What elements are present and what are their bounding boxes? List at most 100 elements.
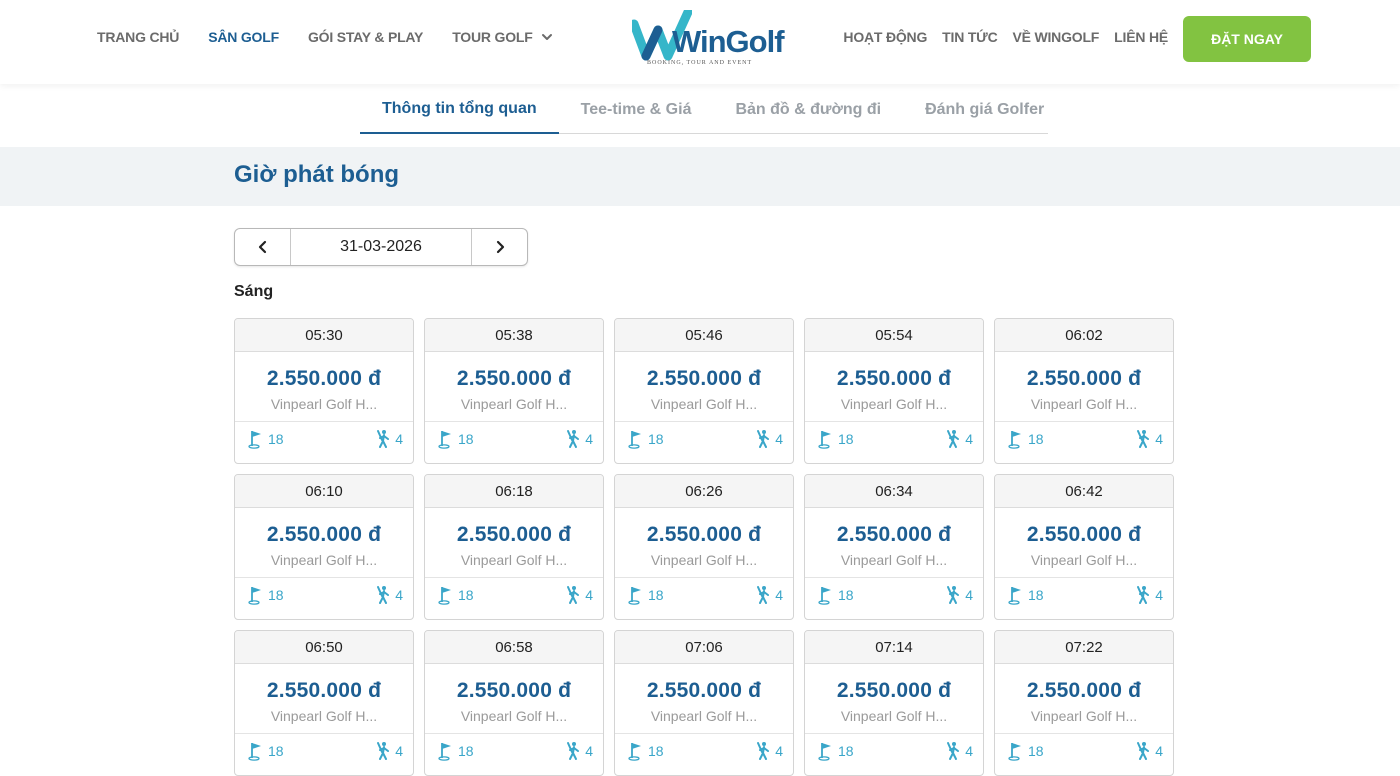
flag-icon — [628, 743, 641, 761]
nav-item-golf-courses[interactable]: SÂN GOLF — [208, 29, 279, 45]
date-field[interactable]: 31-03-2026 — [290, 229, 472, 265]
main-nav-right: HOẠT ĐỘNG TIN TỨC VỀ WINGOLF LIÊN HỆ — [828, 29, 1168, 45]
players-info: 4 — [565, 429, 593, 449]
holes-info: 18 — [438, 585, 474, 605]
golfer-icon — [947, 742, 960, 760]
course-name: Vinpearl Golf H... — [270, 552, 378, 568]
holes-count: 18 — [268, 431, 284, 447]
tee-time-card[interactable]: 06:34 2.550.000 đ Vinpearl Golf H... 18 … — [804, 474, 984, 620]
nav-item-stay-play[interactable]: GÓI STAY & PLAY — [308, 29, 423, 45]
players-count: 4 — [395, 431, 403, 447]
tee-time-card[interactable]: 05:30 2.550.000 đ Vinpearl Golf H... 18 … — [234, 318, 414, 464]
holes-count: 18 — [268, 743, 284, 759]
flag-icon — [628, 431, 641, 449]
card-footer: 18 4 — [235, 577, 413, 612]
tee-time: 07:22 — [995, 631, 1173, 664]
tee-time-price: 2.550.000 đ — [1026, 679, 1142, 702]
tee-time-price: 2.550.000 đ — [456, 523, 572, 546]
players-count: 4 — [965, 743, 973, 759]
wingolf-logo[interactable]: WinGolf BOOKING, TOUR AND EVENT — [632, 8, 785, 72]
nav-item-about[interactable]: VỀ WINGOLF — [1013, 29, 1100, 45]
tab-golfer-reviews[interactable]: Đánh giá Golfer — [903, 86, 1066, 134]
golfer-icon — [567, 586, 580, 604]
tee-time-price: 2.550.000 đ — [646, 523, 762, 546]
tee-time-grid: 05:30 2.550.000 đ Vinpearl Golf H... 18 … — [234, 318, 1174, 776]
flag-icon — [818, 743, 831, 761]
tee-time-card[interactable]: 05:54 2.550.000 đ Vinpearl Golf H... 18 … — [804, 318, 984, 464]
course-name: Vinpearl Golf H... — [270, 708, 378, 724]
players-info: 4 — [755, 585, 783, 605]
golfer-icon — [567, 742, 580, 760]
players-count: 4 — [1155, 743, 1163, 759]
tee-time: 07:06 — [615, 631, 793, 664]
tee-time-card[interactable]: 06:26 2.550.000 đ Vinpearl Golf H... 18 … — [614, 474, 794, 620]
nav-item-news[interactable]: TIN TỨC — [942, 29, 998, 45]
course-name: Vinpearl Golf H... — [460, 708, 568, 724]
tee-time-card[interactable]: 06:10 2.550.000 đ Vinpearl Golf H... 18 … — [234, 474, 414, 620]
tee-time: 06:50 — [235, 631, 413, 664]
tab-tee-time-price[interactable]: Tee-time & Giá — [559, 86, 714, 134]
nav-item-golf-tour[interactable]: TOUR GOLF — [452, 29, 552, 45]
flag-icon — [818, 431, 831, 449]
tee-time-price: 2.550.000 đ — [836, 523, 952, 546]
tee-time-card[interactable]: 06:58 2.550.000 đ Vinpearl Golf H... 18 … — [424, 630, 604, 776]
tee-time-card[interactable]: 07:06 2.550.000 đ Vinpearl Golf H... 18 … — [614, 630, 794, 776]
tee-time-card[interactable]: 06:18 2.550.000 đ Vinpearl Golf H... 18 … — [424, 474, 604, 620]
holes-info: 18 — [248, 585, 284, 605]
holes-info: 18 — [628, 429, 664, 449]
tee-time-card[interactable]: 05:38 2.550.000 đ Vinpearl Golf H... 18 … — [424, 318, 604, 464]
chevron-down-icon — [541, 34, 552, 40]
tee-time-price: 2.550.000 đ — [646, 367, 762, 390]
flag-icon — [438, 743, 451, 761]
session-label: Sáng — [234, 283, 274, 300]
golfer-icon — [1137, 742, 1150, 760]
section-band: Giờ phát bóng — [0, 147, 1400, 206]
golfer-icon — [377, 586, 390, 604]
players-info: 4 — [755, 741, 783, 761]
flag-icon — [438, 431, 451, 449]
golfer-icon — [1137, 430, 1150, 448]
tee-time-card[interactable]: 06:42 2.550.000 đ Vinpearl Golf H... 18 … — [994, 474, 1174, 620]
players-info: 4 — [945, 429, 973, 449]
tee-time-card[interactable]: 07:22 2.550.000 đ Vinpearl Golf H... 18 … — [994, 630, 1174, 776]
book-now-button[interactable]: ĐẶT NGAY — [1183, 16, 1311, 62]
tab-overview[interactable]: Thông tin tổng quan — [360, 86, 559, 134]
nav-item-activities[interactable]: HOẠT ĐỘNG — [843, 29, 927, 45]
tab-map-directions[interactable]: Bản đồ & đường đi — [713, 86, 903, 134]
tee-time-card[interactable]: 06:50 2.550.000 đ Vinpearl Golf H... 18 … — [234, 630, 414, 776]
tee-time-card[interactable]: 06:02 2.550.000 đ Vinpearl Golf H... 18 … — [994, 318, 1174, 464]
card-footer: 18 4 — [425, 577, 603, 612]
tee-time: 06:10 — [235, 475, 413, 508]
players-info: 4 — [375, 585, 403, 605]
course-name: Vinpearl Golf H... — [840, 708, 948, 724]
holes-count: 18 — [1028, 587, 1044, 603]
card-footer: 18 4 — [995, 577, 1173, 612]
tee-time-price: 2.550.000 đ — [836, 679, 952, 702]
nav-item-contact[interactable]: LIÊN HỆ — [1114, 29, 1168, 45]
holes-info: 18 — [248, 741, 284, 761]
tee-time: 05:38 — [425, 319, 603, 352]
tee-time-price: 2.550.000 đ — [1026, 367, 1142, 390]
nav-item-home[interactable]: TRANG CHỦ — [97, 29, 179, 45]
course-name: Vinpearl Golf H... — [650, 552, 758, 568]
flag-icon — [1008, 587, 1021, 605]
tee-time-card[interactable]: 05:46 2.550.000 đ Vinpearl Golf H... 18 … — [614, 318, 794, 464]
prev-date-button[interactable] — [235, 229, 290, 265]
players-count: 4 — [395, 743, 403, 759]
players-count: 4 — [585, 587, 593, 603]
holes-count: 18 — [838, 743, 854, 759]
tee-time-price: 2.550.000 đ — [456, 367, 572, 390]
golfer-icon — [1137, 586, 1150, 604]
date-picker: 31-03-2026 — [234, 228, 528, 266]
holes-count: 18 — [1028, 431, 1044, 447]
holes-count: 18 — [648, 743, 664, 759]
players-count: 4 — [775, 743, 783, 759]
next-date-button[interactable] — [472, 229, 527, 265]
tee-time-card[interactable]: 07:14 2.550.000 đ Vinpearl Golf H... 18 … — [804, 630, 984, 776]
card-footer: 18 4 — [805, 733, 983, 768]
tee-time: 06:18 — [425, 475, 603, 508]
golfer-icon — [377, 430, 390, 448]
course-name: Vinpearl Golf H... — [840, 396, 948, 412]
players-count: 4 — [775, 431, 783, 447]
tee-time: 05:30 — [235, 319, 413, 352]
